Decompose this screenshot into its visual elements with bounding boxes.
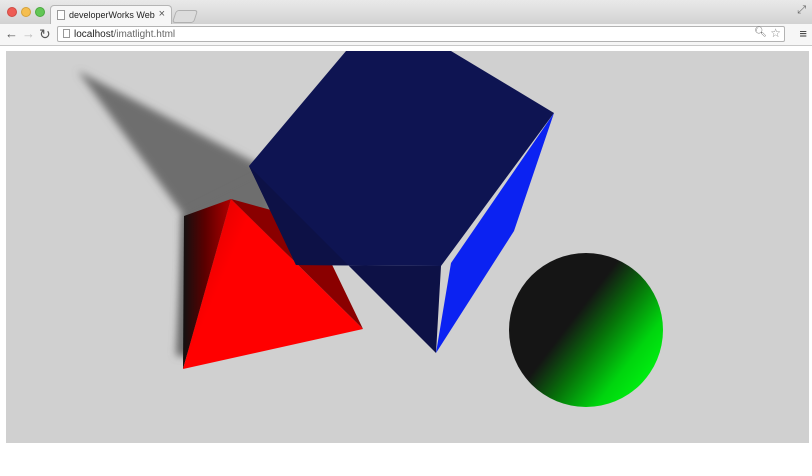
address-bar[interactable]: localhost/imatlight.html 🔍︎ ☆ <box>57 26 785 42</box>
window-zoom-button[interactable] <box>35 7 45 17</box>
new-tab-button[interactable] <box>171 10 199 23</box>
tab-close-icon[interactable]: × <box>159 8 165 21</box>
page-icon <box>57 10 65 20</box>
webgl-canvas[interactable] <box>6 51 809 443</box>
scene-svg <box>6 51 809 443</box>
forward-icon[interactable]: → <box>22 25 35 43</box>
fullscreen-icon[interactable]: ⤢ <box>797 4 806 17</box>
url-path: /imatlight.html <box>113 29 176 40</box>
back-icon[interactable]: ← <box>5 25 18 43</box>
tab-active[interactable]: developerWorks WebGL Th × <box>50 5 172 24</box>
menu-icon[interactable]: ≡ <box>799 26 807 42</box>
bookmark-star-icon[interactable]: ☆ <box>770 27 781 40</box>
browser-toolbar: ← → ↻ localhost/imatlight.html 🔍︎ ☆ ≡ <box>0 24 812 46</box>
window-close-button[interactable] <box>7 7 17 17</box>
url-text[interactable]: localhost/imatlight.html <box>74 28 175 41</box>
url-host: localhost <box>74 29 114 40</box>
window-minimize-button[interactable] <box>21 7 31 17</box>
page-icon <box>63 29 70 38</box>
reload-icon[interactable]: ↻ <box>39 25 51 43</box>
sphere <box>509 253 663 407</box>
zoom-icon[interactable]: 🔍︎ <box>754 27 767 38</box>
tab-title: developerWorks WebGL Th <box>69 10 155 20</box>
page-viewport <box>0 46 812 476</box>
tab-strip: developerWorks WebGL Th × ⤢ <box>0 0 812 24</box>
